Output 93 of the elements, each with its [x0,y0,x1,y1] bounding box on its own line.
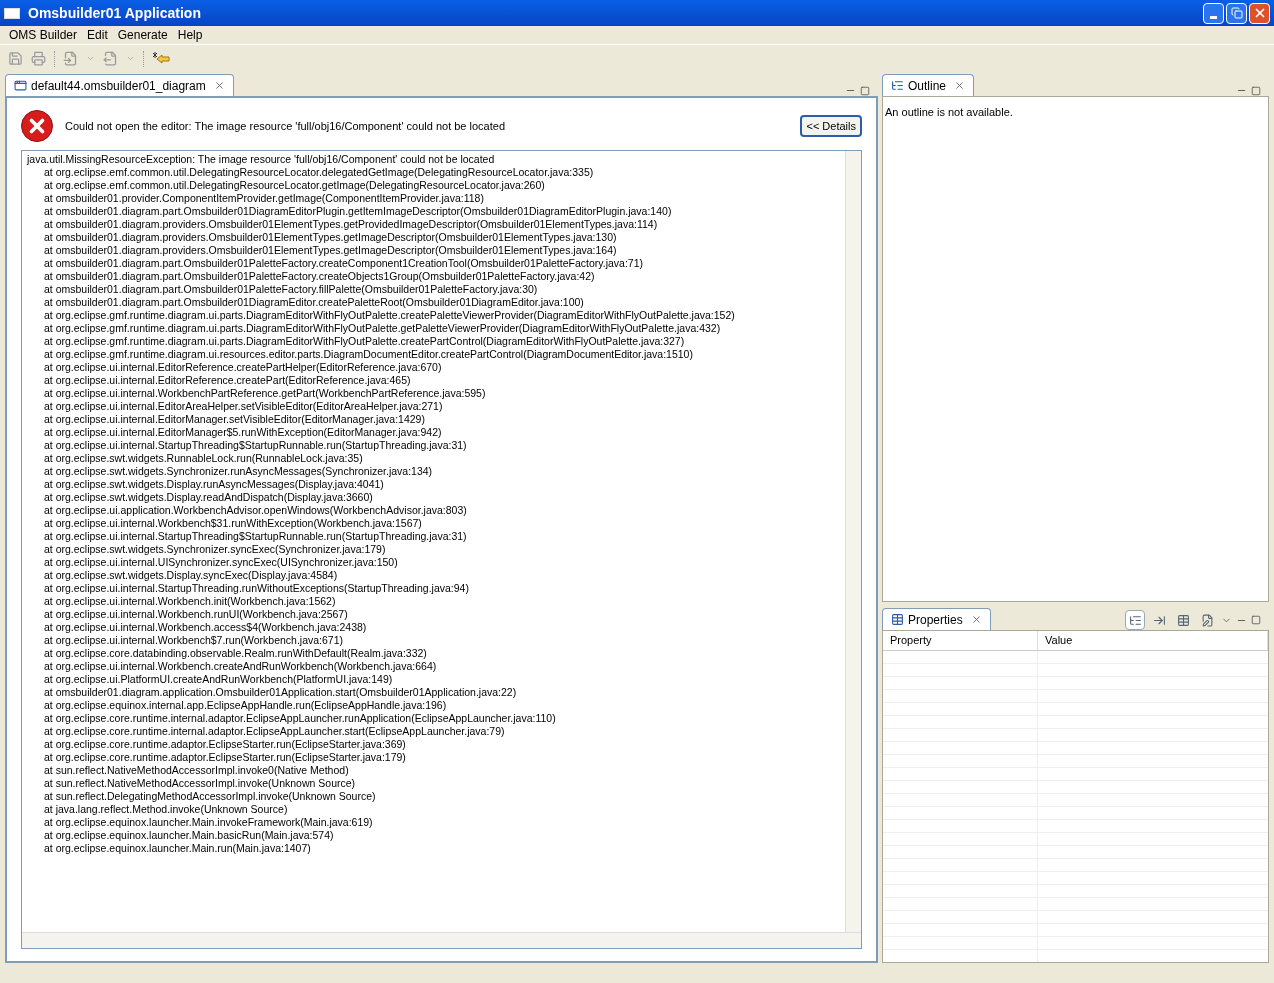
trace-line: at org.eclipse.core.databinding.observable.Realm.runWithDefault(Realm.java:332) [43,647,428,660]
tree-icon [1128,613,1142,627]
trace-line: at org.eclipse.ui.PlatformUI.createAndRunWorkbench(PlatformUI.java:149) [43,673,394,686]
trace-line: at org.eclipse.ui.internal.StartupThreading.runWithoutExceptions(StartupThreading.java:94) [43,582,470,595]
trace-line: at org.eclipse.equinox.launcher.Main.run(Main.java:1407) [43,842,312,855]
trace-line: at omsbuilder01.diagram.providers.Omsbuilder01ElementTypes.getProvidedImageDescriptor(Omsbuilder01ElementTypes.java:114) [43,218,659,231]
error-icon [21,110,53,142]
view-tab[interactable]: default44.omsbuilder01_diagram [5,74,234,96]
column-header[interactable]: Property [883,631,1038,650]
close-icon[interactable] [970,614,982,625]
edit-icon [1200,613,1214,627]
trace-line: java.util.MissingResourceException: The image resource 'full/obj16/Component' could not be located [27,153,496,166]
trace-line: at org.eclipse.equinox.launcher.Main.basicRun(Main.java:574) [43,829,335,842]
restore-icon [1230,7,1243,19]
trace-line: at org.eclipse.ui.application.WorkbenchAdvisor.openWindows(WorkbenchAdvisor.java:803) [43,504,468,517]
trace-line: at org.eclipse.ui.internal.Workbench.createAndRunWorkbench(Workbench.java:664) [43,660,438,673]
trace-line: at omsbuilder01.diagram.part.Omsbuilder01DiagramEditor.createPaletteRoot(Omsbuilder01DiagramEditor.java:100) [43,296,585,309]
trace-line: at org.eclipse.swt.widgets.Display.readAndDispatch(Display.java:3660) [43,491,374,504]
trace-line: at omsbuilder01.diagram.part.Omsbuilder01PaletteFactory.fillPalette(Omsbuilder01PaletteFactory.java:30) [43,283,539,296]
trace-line: at omsbuilder01.diagram.providers.Omsbuilder01ElementTypes.getImageDescriptor(Omsbuilder01ElementTypes.java:130) [43,231,618,244]
save-icon[interactable] [8,51,23,66]
trace-line: at org.eclipse.gmf.runtime.diagram.ui.parts.DiagramEditorWithFlyOutPalette.createPartControl(DiagramEditorWithFlyOutPalette.java:327) [43,335,686,348]
trace-line: at sun.reflect.NativeMethodAccessorImpl.invoke(Unknown Source) [43,777,357,790]
trace-line: at org.eclipse.core.runtime.internal.adaptor.EclipseAppLauncher.start(EclipseAppLauncher.java:79) [43,725,506,738]
trace-line: at org.eclipse.swt.widgets.Display.syncExec(Display.java:4584) [43,569,339,582]
trace-line: at java.lang.reflect.Method.invoke(Unknown Source) [43,803,289,816]
close-icon[interactable] [954,80,966,91]
trace-line: at sun.reflect.DelegatingMethodAccessorImpl.invoke(Unknown Source) [43,790,377,803]
outline-message: An outline is not available. [885,106,1013,118]
trace-line: at org.eclipse.gmf.runtime.diagram.ui.parts.DiagramEditorWithFlyOutPalette.getPaletteViewerProvider(DiagramEditorWithFlyOutPalette.java:432) [43,322,722,335]
trace-line: at org.eclipse.ui.internal.Workbench.runUI(Workbench.java:2567) [43,608,349,621]
trace-line: at org.eclipse.ui.internal.EditorManager$5.runWithException(EditorManager.java:942) [43,426,443,439]
trace-line: at omsbuilder01.diagram.part.Omsbuilder01PaletteFactory.createComponent1CreationTool(Omsbuilder01PaletteFactory.java:71) [43,257,644,270]
details-button[interactable]: << Details [800,115,862,137]
editor-icon [14,79,27,92]
trace-line: at org.eclipse.ui.internal.Workbench.init(Workbench.java:1562) [43,595,337,608]
table-icon [891,613,904,626]
trace-line: at org.eclipse.core.runtime.internal.adaptor.EclipseAppLauncher.runApplication(EclipseAppLauncher.java:110) [43,712,557,725]
trace-line: at org.eclipse.swt.widgets.Synchronizer.syncExec(Synchronizer.java:179) [43,543,387,556]
maximize-icon[interactable] [1251,85,1261,96]
trace-line: at org.eclipse.ui.internal.WorkbenchPartReference.getPart(WorkbenchPartReference.java:595) [43,387,487,400]
trace-line: at org.eclipse.core.runtime.adaptor.EclipseStarter.run(EclipseStarter.java:179) [43,751,407,764]
trace-line: at org.eclipse.ui.internal.Workbench$7.run(Workbench.java:671) [43,634,345,647]
trace-line: at org.eclipse.ui.internal.EditorAreaHelper.setVisibleEditor(EditorAreaHelper.java:271) [43,400,444,413]
export-icon[interactable] [103,51,118,66]
import-icon[interactable] [63,51,78,66]
trace-line: at org.eclipse.emf.common.util.DelegatingResourceLocator.delegatedGetImage(DelegatingResourceLocator.java:335) [43,166,595,179]
trace-line: at omsbuilder01.diagram.providers.Omsbuilder01ElementTypes.getImageDescriptor(Omsbuilder01ElementTypes.java:164) [43,244,618,257]
window-icon [4,7,20,19]
menu-item[interactable]: Help [172,26,208,44]
maximize-icon[interactable] [860,85,870,96]
table-icon [1176,613,1190,627]
trace-line: at omsbuilder01.diagram.part.Omsbuilder01DiagramEditorPlugin.getItemImageDescriptor(Omsbuilder01DiagramEditorPlugin.java:140) [43,205,673,218]
column-header[interactable]: Value [1038,631,1268,650]
print-icon[interactable] [31,51,46,66]
trace-line: at org.eclipse.ui.internal.Workbench$31.runWithException(Workbench.java:1567) [43,517,423,530]
trace-line: at org.eclipse.swt.widgets.Synchronizer.runAsyncMessages(Synchronizer.java:134) [43,465,434,478]
maximize-icon[interactable] [1251,615,1261,625]
view-tab[interactable]: Outline [882,74,975,96]
trace-line: at sun.reflect.NativeMethodAccessorImpl.invoke0(Native Method) [43,764,350,777]
trace-line: at org.eclipse.ui.internal.UISynchronizer.syncExec(UISynchronizer.java:150) [43,556,399,569]
trace-line: at org.eclipse.gmf.runtime.diagram.ui.resources.editor.parts.DiagramDocumentEditor.createPartControl(DiagramDocumentEditor.java:1510) [43,348,694,361]
trace-line: at omsbuilder01.diagram.application.Omsbuilder01Application.start(Omsbuilder01Application.java:22) [43,686,518,699]
view-tab[interactable]: Properties [882,608,991,630]
menu-item[interactable]: Edit [82,26,113,44]
arrow-icon [1152,613,1166,627]
vertical-scrollbar[interactable] [845,151,861,932]
trace-line: at org.eclipse.equinox.internal.app.EclipseAppHandle.run(EclipseAppHandle.java:196) [43,699,448,712]
toolbar-button[interactable] [1125,610,1145,630]
menu-item[interactable]: Generate [112,26,173,44]
restore-button[interactable] [1226,2,1247,24]
trace-line: at org.eclipse.ui.internal.Workbench.access$4(Workbench.java:2438) [43,621,368,634]
error-message: Could not open the editor: The image resource 'full/obj16/Component' could not be located [65,118,505,134]
trace-line: at org.eclipse.emf.common.util.DelegatingResourceLocator.getImage(DelegatingResourceLocator.java:260) [43,179,546,192]
trace-line: at org.eclipse.equinox.launcher.Main.invokeFramework(Main.java:619) [43,816,374,829]
window-title: Omsbuilder01 Application [28,3,201,23]
minimize-button[interactable] [1203,2,1224,24]
close-icon[interactable] [213,80,225,91]
menu-item[interactable]: OMS Builder [4,26,83,44]
trace-line: at org.eclipse.core.runtime.adaptor.EclipseStarter.run(EclipseStarter.java:369) [43,738,407,751]
trace-line: at org.eclipse.swt.widgets.Display.runAsyncMessages(Display.java:4041) [43,478,385,491]
trace-line: at org.eclipse.ui.internal.EditorReference.createPartHelper(EditorReference.java:670) [43,361,443,374]
trace-line: at omsbuilder01.diagram.part.Omsbuilder01PaletteFactory.createObjects1Group(Omsbuilder01PaletteFactory.java:42) [43,270,596,283]
trace-line: at org.eclipse.ui.internal.StartupThreading$StartupRunnable.run(StartupThreading.java:31) [43,439,468,452]
outline-icon [891,79,904,92]
trace-line: at org.eclipse.ui.internal.EditorReference.createPart(EditorReference.java:465) [43,374,412,387]
close-button[interactable] [1249,2,1270,24]
trace-line: at omsbuilder01.provider.ComponentItemProvider.getImage(ComponentItemProvider.java:118) [43,192,485,205]
trace-line: at org.eclipse.gmf.runtime.diagram.ui.parts.DiagramEditorWithFlyOutPalette.createPaletteViewerProvider(DiagramEditorWithFlyOutPalette.java:152) [43,309,736,322]
horizontal-scrollbar[interactable] [22,932,861,948]
trace-line: at org.eclipse.ui.internal.EditorManager.setVisibleEditor(EditorManager.java:1429) [43,413,426,426]
trace-line: at org.eclipse.swt.widgets.RunnableLock.run(RunnableLock.java:35) [43,452,364,465]
trace-line: at org.eclipse.ui.internal.StartupThreading$StartupRunnable.run(StartupThreading.java:31) [43,530,468,543]
